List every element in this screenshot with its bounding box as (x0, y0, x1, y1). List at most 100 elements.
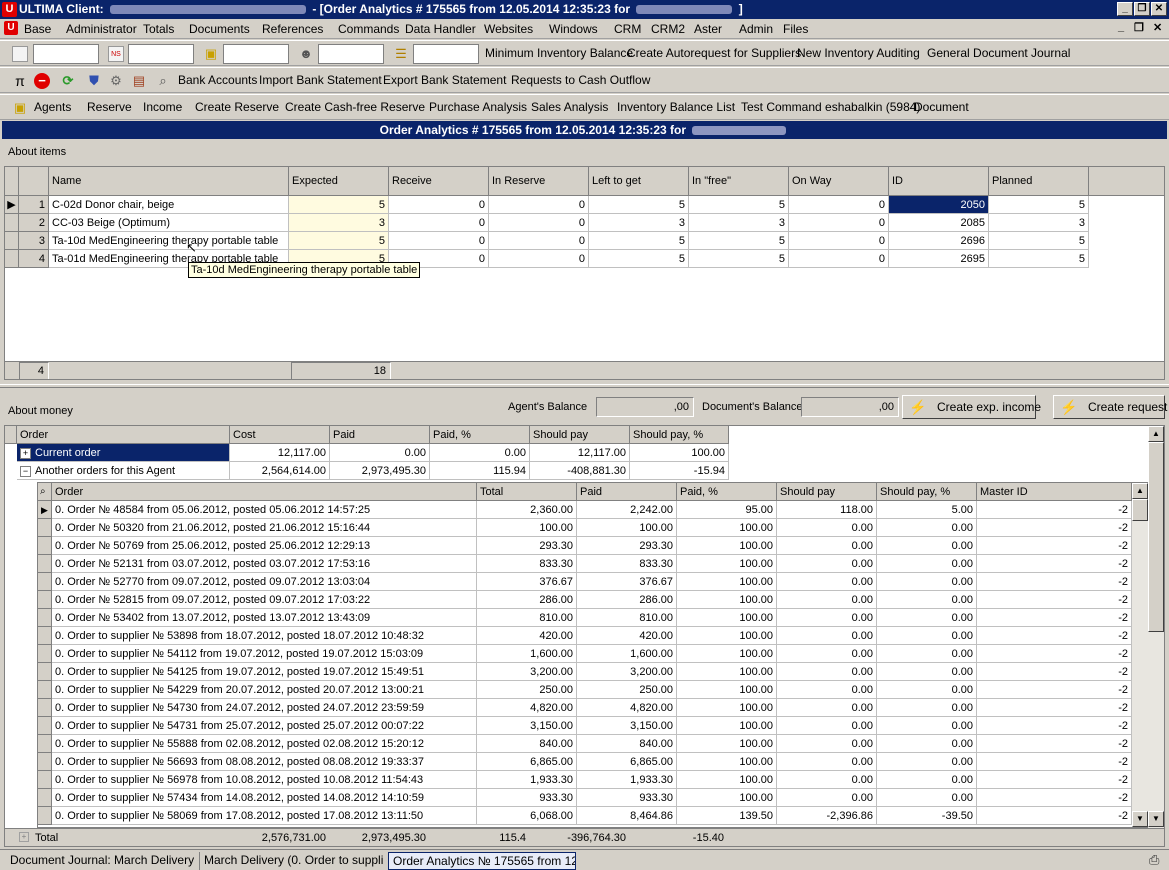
create-exp-income-button[interactable]: ⚡ Create exp. income (902, 395, 1041, 419)
detail-master-id[interactable]: -2 (977, 735, 1132, 753)
menu-windows[interactable]: Windows (549, 22, 598, 36)
scroll-down-icon[interactable]: ▼ (1148, 811, 1164, 827)
items-grid[interactable]: Name Expected Receive In Reserve Left to… (4, 166, 1165, 380)
item-reserve[interactable]: 0 (489, 196, 589, 214)
detail-order[interactable]: 0. Order to supplier № 58069 from 17.08.… (52, 807, 477, 825)
item-id-selected[interactable]: 2050 (889, 196, 989, 214)
col-receive-header[interactable]: Receive (389, 167, 489, 196)
mdi-restore-button[interactable]: ❐ (1134, 21, 1144, 34)
group-should-pay-pct[interactable]: -15.94 (630, 462, 729, 480)
item-id[interactable]: 2695 (889, 250, 989, 268)
toolbar-field-4[interactable] (318, 44, 384, 64)
detail-paid[interactable]: 840.00 (577, 735, 677, 753)
detail-paid-pct[interactable]: 100.00 (677, 717, 777, 735)
item-reserve[interactable]: 0 (489, 214, 589, 232)
detail-master-id[interactable]: -2 (977, 699, 1132, 717)
document-button[interactable]: Document (914, 100, 969, 114)
menu-base[interactable]: Base (24, 22, 51, 36)
detail-paid[interactable]: 933.30 (577, 789, 677, 807)
detail-should-pay-pct[interactable]: 0.00 (877, 771, 977, 789)
item-name[interactable]: Ta-10d MedEngineering therapy portable t… (49, 232, 289, 250)
detail-paid-pct[interactable]: 100.00 (677, 789, 777, 807)
detail-master-id[interactable]: -2 (977, 573, 1132, 591)
import-bank-statement-button[interactable]: Import Bank Statement (259, 73, 382, 87)
window-close-button[interactable]: ✕ (1151, 2, 1167, 16)
detail-col-master-id-header[interactable]: Master ID (977, 483, 1132, 501)
detail-paid-pct[interactable]: 100.00 (677, 627, 777, 645)
detail-grid[interactable]: ⌕ Order Total Paid Paid, % Should pay Sh… (37, 482, 1149, 828)
detail-should-pay-pct[interactable]: 0.00 (877, 609, 977, 627)
item-planned[interactable]: 5 (989, 196, 1089, 214)
item-planned[interactable]: 3 (989, 214, 1089, 232)
books-icon[interactable]: ▤ (131, 73, 147, 89)
bank-accounts-button[interactable]: Bank Accounts (178, 73, 257, 87)
detail-should-pay-pct[interactable]: 0.00 (877, 645, 977, 663)
detail-master-id[interactable]: -2 (977, 645, 1132, 663)
col-order-header[interactable]: Order (17, 426, 230, 444)
scroll-up-icon[interactable]: ▲ (1148, 426, 1164, 442)
menu-aster[interactable]: Aster (694, 22, 722, 36)
taskbar-tab-document-journal[interactable]: Document Journal: March Delivery ... (6, 852, 194, 870)
item-expected[interactable]: 3 (289, 214, 389, 232)
shield-icon[interactable]: ⛊ (86, 73, 102, 89)
item-onway[interactable]: 0 (789, 250, 889, 268)
menu-crm2[interactable]: CRM2 (651, 22, 685, 36)
detail-col-paid-header[interactable]: Paid (577, 483, 677, 501)
item-id[interactable]: 2085 (889, 214, 989, 232)
detail-paid[interactable]: 286.00 (577, 591, 677, 609)
detail-paid[interactable]: 1,933.30 (577, 771, 677, 789)
detail-paid[interactable]: 1,600.00 (577, 645, 677, 663)
detail-paid-pct[interactable]: 100.00 (677, 537, 777, 555)
detail-should-pay[interactable]: 0.00 (777, 519, 877, 537)
detail-should-pay-pct[interactable]: 0.00 (877, 699, 977, 717)
col-expected-header[interactable]: Expected (289, 167, 389, 196)
group-paid[interactable]: 0.00 (330, 444, 430, 462)
detail-order[interactable]: 0. Order to supplier № 56978 from 10.08.… (52, 771, 477, 789)
package-icon[interactable]: ▣ (203, 46, 219, 62)
requests-cash-outflow-button[interactable]: Requests to Cash Outflow (511, 73, 650, 87)
detail-should-pay[interactable]: 0.00 (777, 753, 877, 771)
money-grid[interactable]: Order Cost Paid Paid, % Should pay Shoul… (4, 425, 1165, 847)
detail-master-id[interactable]: -2 (977, 717, 1132, 735)
detail-should-pay-pct[interactable]: 0.00 (877, 735, 977, 753)
detail-should-pay[interactable]: 0.00 (777, 699, 877, 717)
detail-paid[interactable]: 3,150.00 (577, 717, 677, 735)
detail-paid[interactable]: 833.30 (577, 555, 677, 573)
detail-master-id[interactable]: -2 (977, 591, 1132, 609)
col-paid-pct-header[interactable]: Paid, % (430, 426, 530, 444)
col-planned-header[interactable]: Planned (989, 167, 1089, 196)
purchase-analysis-button[interactable]: Purchase Analysis (429, 100, 527, 114)
item-id[interactable]: 2696 (889, 232, 989, 250)
detail-paid-pct[interactable]: 100.00 (677, 555, 777, 573)
scroll-icon[interactable]: ☰ (393, 46, 409, 62)
item-reserve[interactable]: 0 (489, 232, 589, 250)
detail-total[interactable]: 840.00 (477, 735, 577, 753)
detail-should-pay-pct[interactable]: 0.00 (877, 753, 977, 771)
detail-paid-pct[interactable]: 139.50 (677, 807, 777, 825)
detail-total[interactable]: 810.00 (477, 609, 577, 627)
detail-paid-pct[interactable]: 100.00 (677, 663, 777, 681)
test-command-button[interactable]: Test Command eshabalkin (5984) (741, 100, 920, 114)
reserve-button[interactable]: Reserve (87, 100, 132, 114)
detail-master-id[interactable]: -2 (977, 537, 1132, 555)
detail-paid-pct[interactable]: 100.00 (677, 699, 777, 717)
detail-should-pay-pct[interactable]: 0.00 (877, 789, 977, 807)
menu-admin[interactable]: Admin (739, 22, 773, 36)
group-paid[interactable]: 2,973,495.30 (330, 462, 430, 480)
menu-references[interactable]: References (262, 22, 323, 36)
col-left-to-get-header[interactable]: Left to get (589, 167, 689, 196)
detail-total[interactable]: 1,933.30 (477, 771, 577, 789)
item-onway[interactable]: 0 (789, 196, 889, 214)
taskbar-tab-order-analytics[interactable]: Order Analytics № 175565 from 12.... (388, 852, 576, 870)
item-left[interactable]: 5 (589, 196, 689, 214)
item-planned[interactable]: 5 (989, 250, 1089, 268)
detail-paid-pct[interactable]: 100.00 (677, 609, 777, 627)
detail-should-pay[interactable]: 0.00 (777, 609, 877, 627)
scroll-up-icon[interactable]: ▲ (1132, 483, 1148, 499)
create-autorequest-button[interactable]: Create Autorequest for Suppliers (627, 46, 801, 60)
detail-order[interactable]: 0. Order № 50769 from 25.06.2012, posted… (52, 537, 477, 555)
new-inventory-auditing-button[interactable]: New Inventory Auditing (797, 46, 920, 60)
detail-search-icon[interactable]: ⌕ (38, 483, 52, 501)
detail-order[interactable]: 0. Order № 52815 from 09.07.2012, posted… (52, 591, 477, 609)
detail-paid[interactable]: 100.00 (577, 519, 677, 537)
